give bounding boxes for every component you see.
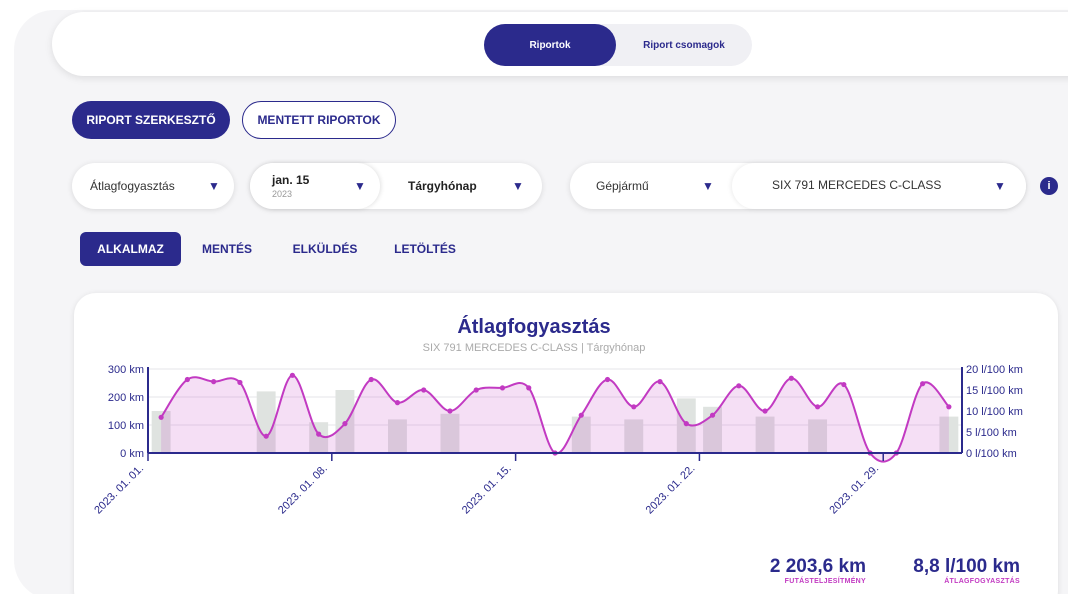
x-tick-label: 2023. 01. 01. <box>92 463 146 517</box>
y-left-tick-label: 300 km <box>108 364 144 376</box>
distance-stat: 2 203,6 km FUTÁSTELJESÍTMÉNY <box>740 556 866 585</box>
line-point <box>709 412 716 418</box>
y-right-tick-label: 0 l/100 km <box>966 448 1017 460</box>
line-point <box>946 404 952 410</box>
line-point <box>526 385 532 391</box>
line-point <box>421 387 427 393</box>
line-point <box>158 414 164 420</box>
y-right-tick-label: 15 l/100 km <box>966 385 1023 397</box>
consumption-chart: 300 km 200 km 100 km 0 km 20 l/100 km 15 l/10… <box>92 364 1023 517</box>
line-point <box>447 408 453 414</box>
line-point <box>788 375 794 381</box>
line-point <box>578 412 584 418</box>
y-right-tick-label: 20 l/100 km <box>966 364 1023 376</box>
line-point <box>762 408 768 414</box>
x-tick-label: 2023. 01. 22. <box>644 463 698 517</box>
line-point <box>368 376 374 383</box>
line-point <box>473 387 479 393</box>
consumption-label: ÁTLAGFOGYASZTÁS <box>944 578 1020 585</box>
x-tick-label: 2023. 01. 08. <box>276 463 330 517</box>
line-point <box>736 383 742 389</box>
x-tick-label: 2023. 01. 29. <box>827 463 881 517</box>
line-point <box>814 404 821 410</box>
y-right-tick-label: 10 l/100 km <box>966 406 1023 418</box>
line-point <box>841 381 847 388</box>
line-point <box>604 376 611 383</box>
line-point <box>683 421 689 427</box>
line-area <box>161 375 949 462</box>
y-right-tick-label: 5 l/100 km <box>966 427 1017 439</box>
consumption-stat: 8,8 l/100 km ÁTLAGFOGYASZTÁS <box>880 556 1020 585</box>
line-point <box>263 433 269 439</box>
line-point <box>211 379 217 385</box>
line-point <box>184 376 190 383</box>
line-point <box>342 421 348 427</box>
y-left-tick-label: 100 km <box>108 420 144 432</box>
line-point <box>920 381 926 387</box>
x-tick-label: 2023. 01. 15. <box>460 463 514 517</box>
line-point <box>499 385 506 391</box>
line-point <box>237 379 243 386</box>
y-left-tick-label: 0 km <box>120 448 144 460</box>
line-point <box>394 400 401 406</box>
y-left-tick-label: 200 km <box>108 392 144 404</box>
line-point <box>316 431 322 437</box>
distance-value: 2 203,6 km <box>769 556 866 577</box>
consumption-value: 8,8 l/100 km <box>913 556 1020 577</box>
line-point <box>631 404 637 410</box>
line-point <box>657 379 663 385</box>
line-point <box>289 372 296 378</box>
distance-label: FUTÁSTELJESÍTMÉNY <box>784 578 866 585</box>
